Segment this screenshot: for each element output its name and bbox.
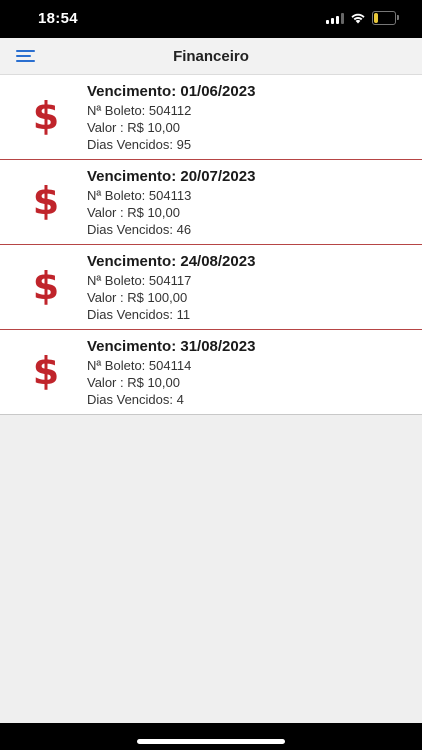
status-icons: 19 [326, 11, 399, 25]
app-screen: Financeiro $ Vencimento: 01/06/2023 Nª B… [0, 38, 422, 723]
boleto-item[interactable]: $ Vencimento: 20/07/2023 Nª Boleto: 5041… [0, 160, 422, 245]
boleto-due-date: Vencimento: 31/08/2023 [87, 338, 256, 355]
boleto-value: Valor : R$ 10,00 [87, 375, 180, 390]
cellular-signal-icon [326, 12, 344, 24]
battery-nub [397, 15, 399, 20]
battery-fill [374, 13, 378, 23]
page-title: Financeiro [173, 48, 249, 65]
boleto-due-date: Vencimento: 24/08/2023 [87, 253, 256, 270]
dollar-icon: $ [32, 349, 60, 393]
boleto-days-overdue: Dias Vencidos: 95 [87, 137, 192, 152]
boleto-value: Valor : R$ 10,00 [87, 205, 180, 220]
boleto-days-overdue: Dias Vencidos: 11 [87, 307, 191, 322]
boleto-item[interactable]: $ Vencimento: 24/08/2023 Nª Boleto: 5041… [0, 245, 422, 330]
boleto-number: Nª Boleto: 504112 [87, 103, 192, 118]
boleto-due-date: Vencimento: 20/07/2023 [87, 168, 256, 185]
boleto-days-overdue: Dias Vencidos: 4 [87, 392, 184, 407]
boleto-item[interactable]: $ Vencimento: 01/06/2023 Nª Boleto: 5041… [0, 75, 422, 160]
boleto-number: Nª Boleto: 504113 [87, 188, 192, 203]
status-time: 18:54 [38, 10, 78, 27]
boleto-days-overdue: Dias Vencidos: 46 [87, 222, 192, 237]
boleto-value: Valor : R$ 10,00 [87, 120, 180, 135]
boleto-due-date: Vencimento: 01/06/2023 [87, 83, 256, 100]
header-bar: Financeiro [0, 38, 422, 75]
battery-level: 19 [378, 12, 390, 24]
boleto-number: Nª Boleto: 504114 [87, 358, 192, 373]
dollar-icon: $ [32, 179, 60, 223]
boleto-item[interactable]: $ Vencimento: 31/08/2023 Nª Boleto: 5041… [0, 330, 422, 415]
boleto-number: Nª Boleto: 504117 [87, 273, 192, 288]
wifi-icon [350, 12, 366, 24]
boleto-list: $ Vencimento: 01/06/2023 Nª Boleto: 5041… [0, 75, 422, 415]
home-indicator[interactable] [137, 739, 285, 744]
boleto-value: Valor : R$ 100,00 [87, 290, 188, 305]
home-bar-area [0, 723, 422, 750]
battery-icon: 19 [372, 11, 399, 25]
dollar-icon: $ [32, 94, 60, 138]
dollar-icon: $ [32, 264, 60, 308]
status-bar: 18:54 19 [0, 0, 422, 38]
